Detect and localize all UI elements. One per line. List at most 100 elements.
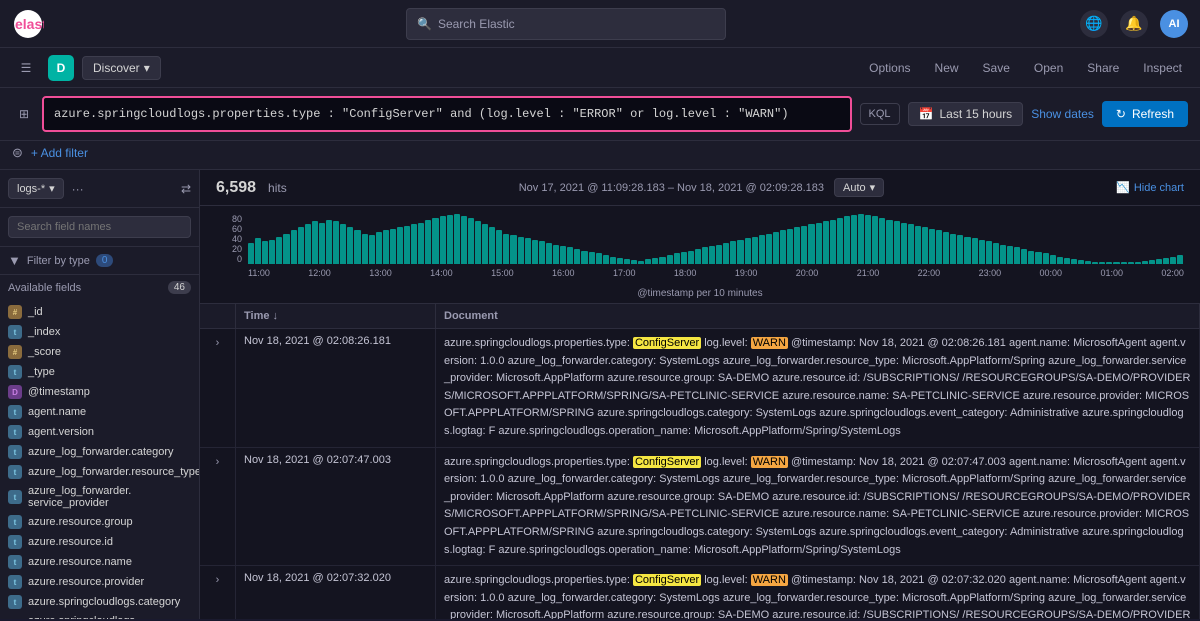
save-button[interactable]: Save [977, 57, 1016, 79]
histogram-bar [773, 232, 779, 264]
sidebar-field-item[interactable]: tazure.resource.group [0, 512, 199, 532]
field-type-icon: t [8, 490, 22, 504]
add-filter-button[interactable]: + Add filter [31, 146, 88, 160]
row-expand-button[interactable]: › [200, 329, 236, 447]
histogram-bar [936, 230, 942, 264]
x-axis-label: 17:00 [613, 268, 636, 284]
sidebar-field-item[interactable]: tagent.version [0, 422, 199, 442]
histogram-bar [617, 258, 623, 264]
avatar[interactable]: AI [1160, 10, 1188, 38]
histogram-bar [518, 237, 524, 264]
kql-badge[interactable]: KQL [860, 103, 900, 125]
histogram-bar [468, 218, 474, 264]
sidebar-field-item[interactable]: tazure_log_forwarder.category [0, 442, 199, 462]
auto-button[interactable]: Auto ▾ [834, 178, 884, 197]
field-name: azure.resource.group [28, 516, 133, 528]
sidebar-field-item[interactable]: tazure.springcloudlogs.category [0, 592, 199, 612]
row-expand-button[interactable]: › [200, 448, 236, 566]
row-time: Nov 18, 2021 @ 02:07:47.003 [236, 448, 436, 566]
histogram-bar [752, 237, 758, 264]
global-search-bar[interactable]: 🔍 Search Elastic [406, 8, 726, 40]
kql-query-input[interactable] [42, 96, 852, 132]
field-name: azure_log_forwarder.resource_type [28, 466, 199, 478]
histogram-bar [1099, 262, 1105, 264]
histogram-bar [801, 226, 807, 264]
index-badge[interactable]: logs-* ▾ [8, 178, 64, 199]
histogram-bar [510, 235, 516, 264]
histogram-bar [262, 241, 268, 264]
sidebar-field-item[interactable]: t_index [0, 322, 199, 342]
globe-icon-btn[interactable]: 🌐 [1080, 10, 1108, 38]
bell-icon: 🔔 [1125, 15, 1142, 32]
hide-chart-button[interactable]: 📉 Hide chart [1116, 181, 1184, 194]
sidebar-field-item[interactable]: tagent.name [0, 402, 199, 422]
histogram-bar [475, 221, 481, 264]
field-name: _score [28, 346, 61, 358]
histogram-bar [659, 257, 665, 264]
field-name: azure.springcloudlogs. event_category [28, 615, 191, 619]
histogram-bar [1078, 260, 1084, 264]
sidebar-field-item[interactable]: D@timestamp [0, 382, 199, 402]
open-button[interactable]: Open [1028, 57, 1069, 79]
hamburger-button[interactable]: ☰ [12, 54, 40, 82]
histogram-bar [255, 238, 261, 264]
sidebar-field-item[interactable]: tazure.resource.name [0, 552, 199, 572]
refresh-button[interactable]: ↻ Refresh [1102, 101, 1188, 127]
more-options-button[interactable]: ··· [68, 180, 88, 198]
options-button[interactable]: Options [863, 57, 916, 79]
histogram-bar [986, 241, 992, 264]
histogram-bar [603, 255, 609, 264]
histogram-bar [553, 245, 559, 265]
histogram-bar [624, 259, 630, 264]
field-name: agent.version [28, 426, 94, 438]
available-count-badge: 46 [168, 281, 191, 294]
sidebar-toggle-button[interactable]: ⊞ [12, 102, 36, 126]
new-button[interactable]: New [929, 57, 965, 79]
hits-count: 6,598 [216, 179, 256, 197]
sidebar-field-item[interactable]: t_type [0, 362, 199, 382]
histogram-bar [702, 247, 708, 264]
calendar-button[interactable]: 📅 Last 15 hours [908, 102, 1024, 126]
elastic-logo-icon: elastic [12, 8, 44, 40]
x-axis: 11:0012:0013:0014:0015:0016:0017:0018:00… [248, 268, 1184, 284]
discover-button[interactable]: Discover ▾ [82, 56, 161, 80]
histogram-bar [411, 224, 417, 264]
elastic-logo[interactable]: elastic [12, 8, 44, 40]
sidebar-field-item[interactable]: tazure.resource.id [0, 532, 199, 552]
field-name: azure.resource.provider [28, 576, 144, 588]
sidebar-field-item[interactable]: tazure.resource.provider [0, 572, 199, 592]
x-axis-label: 11:00 [248, 268, 270, 284]
chart-timestamp-label: @timestamp per 10 minutes [216, 288, 1184, 299]
histogram-bar [638, 261, 644, 264]
sidebar-field-item[interactable]: #_score [0, 342, 199, 362]
histogram-bar [539, 241, 545, 264]
chevron-right-icon: › [216, 456, 220, 468]
x-axis-label: 13:00 [369, 268, 392, 284]
app-icon: D [48, 55, 74, 81]
histogram-bar [950, 234, 956, 264]
top-nav: elastic 🔍 Search Elastic 🌐 🔔 AI [0, 0, 1200, 48]
row-expand-button[interactable]: › [200, 566, 236, 619]
date-range-area: Nov 17, 2021 @ 11:09:28.183 – Nov 18, 20… [519, 178, 884, 197]
auto-chevron-icon: ▾ [870, 181, 876, 194]
share-button[interactable]: Share [1081, 57, 1125, 79]
y-label-0: 0 [216, 254, 242, 264]
show-dates-button[interactable]: Show dates [1031, 107, 1094, 121]
chevron-down-icon: ▾ [144, 61, 150, 75]
histogram-bar [1156, 259, 1162, 264]
histogram-bar [922, 227, 928, 264]
histogram-bar [823, 221, 829, 264]
field-search-input[interactable] [8, 216, 191, 238]
y-label-80: 80 [216, 214, 242, 224]
x-axis-label: 18:00 [674, 268, 697, 284]
histogram-bar [319, 223, 325, 264]
sidebar-field-item[interactable]: tazure_log_forwarder. service_provider [0, 482, 199, 512]
histogram-bar [652, 258, 658, 264]
filter-icon: ⊜ [12, 145, 23, 161]
sidebar-field-item[interactable]: tazure.springcloudlogs. event_category [0, 612, 199, 619]
sidebar-field-item[interactable]: tazure_log_forwarder.resource_type [0, 462, 199, 482]
inspect-button[interactable]: Inspect [1137, 57, 1188, 79]
bell-icon-btn[interactable]: 🔔 [1120, 10, 1148, 38]
histogram-bar [872, 216, 878, 264]
sidebar-field-item[interactable]: #_id [0, 302, 199, 322]
